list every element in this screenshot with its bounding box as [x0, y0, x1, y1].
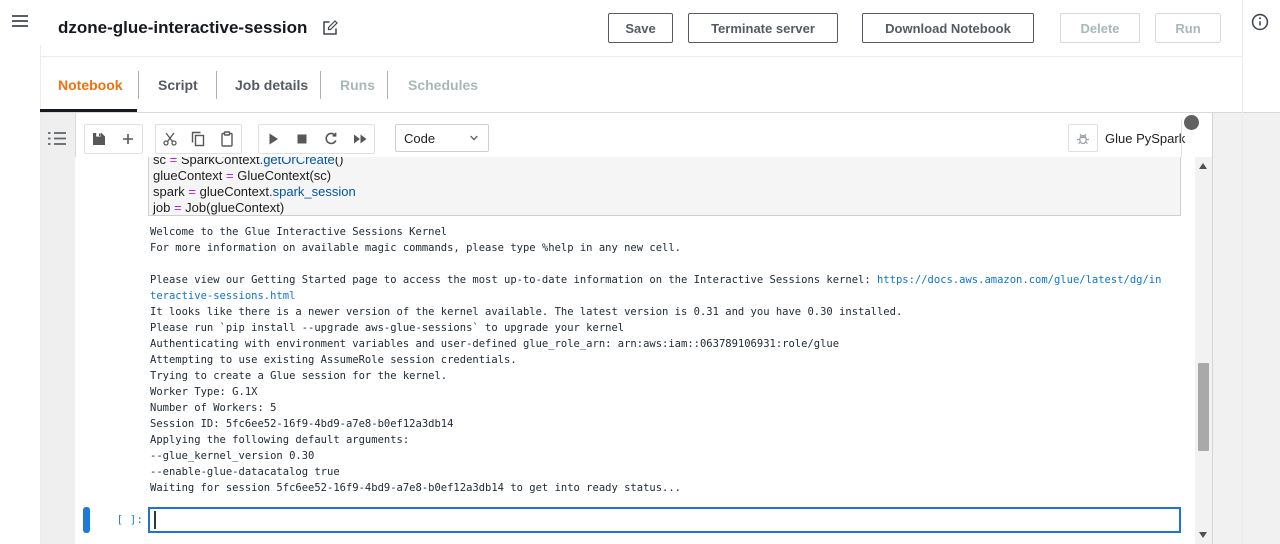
cell-output: Welcome to the Glue Interactive Sessions… — [150, 224, 1161, 496]
tab-job-details[interactable]: Job details — [235, 57, 308, 112]
code-line: glueContext = GlueContext(sc) — [153, 168, 332, 183]
scrollbar-up-arrow[interactable] — [1199, 163, 1207, 169]
tab-separator — [320, 71, 321, 99]
page-title: dzone-glue-interactive-session — [58, 18, 308, 37]
save-icon[interactable] — [91, 131, 107, 147]
run-cell-icon[interactable] — [265, 131, 281, 147]
output-line: --enable-glue-datacatalog true — [150, 466, 340, 478]
output-line: Please run `pip install --upgrade aws-gl… — [150, 322, 625, 334]
output-link[interactable]: https://docs.aws.amazon.com/glue/latest/… — [877, 274, 1161, 286]
scrollbar-down-arrow[interactable] — [1199, 532, 1207, 538]
kernel-selector[interactable]: Glue PySpark — [1105, 124, 1185, 152]
download-notebook-button[interactable]: Download Notebook — [862, 13, 1034, 43]
empty-cell-input[interactable] — [148, 507, 1181, 533]
add-cell-icon[interactable] — [120, 131, 136, 147]
toolbar-group-run — [258, 124, 375, 154]
tab-notebook[interactable]: Notebook — [58, 57, 123, 112]
cell-type-value: Code — [404, 130, 436, 146]
debugger-icon — [1075, 130, 1091, 146]
save-button[interactable]: Save — [608, 13, 673, 43]
restart-kernel-icon[interactable] — [323, 131, 339, 147]
info-icon[interactable] — [1251, 13, 1269, 31]
run-all-icon[interactable] — [352, 131, 368, 147]
kernel-status-icon — [1184, 115, 1199, 130]
output-line: Number of Workers: 5 — [150, 402, 277, 414]
code-line: job = Job(glueContext) — [153, 200, 285, 215]
code-line: sc = SparkContext.getOrCreate() — [153, 157, 344, 167]
tab-separator — [387, 71, 388, 99]
delete-button[interactable]: Delete — [1060, 13, 1140, 43]
toolbar-group-file — [84, 124, 143, 154]
cut-icon[interactable] — [162, 131, 178, 147]
hamburger-menu-icon[interactable] — [10, 11, 30, 31]
notebook-left-gutter — [41, 113, 76, 544]
vertical-scrollbar[interactable] — [1195, 157, 1212, 544]
tab-schedules[interactable]: Schedules — [408, 57, 478, 112]
cell-collapser[interactable] — [83, 507, 90, 533]
output-link[interactable]: teractive-sessions.html — [150, 290, 295, 302]
text-cursor — [154, 511, 156, 529]
kernel-separator — [1181, 119, 1182, 157]
tab-runs[interactable]: Runs — [340, 57, 375, 112]
run-button[interactable]: Run — [1155, 13, 1221, 43]
right-rail-background — [1213, 113, 1280, 544]
output-line: Session ID: 5fc6ee52-16f9-4bd9-a7e8-b0ef… — [150, 418, 454, 430]
tab-separator — [216, 71, 217, 99]
output-line: Attempting to use existing AssumeRole se… — [150, 354, 517, 366]
tab-script[interactable]: Script — [158, 57, 198, 112]
help-panel-divider — [1242, 0, 1243, 544]
header-divider — [40, 56, 1242, 57]
notebook-scroll-area: sc = SparkContext.getOrCreate() glueConte… — [75, 157, 1195, 544]
active-tab-underline — [40, 109, 137, 112]
toolbar-group-edit — [155, 124, 242, 154]
output-line: For more information on available magic … — [150, 242, 682, 254]
output-line: Worker Type: G.1X — [150, 386, 258, 398]
glue-studio-window: dzone-glue-interactive-session Save Termi… — [0, 0, 1280, 544]
output-line: --glue_kernel_version 0.30 — [150, 450, 315, 462]
scrollbar-thumb[interactable] — [1198, 363, 1209, 451]
edit-title-icon[interactable] — [322, 20, 338, 36]
output-line: Trying to create a Glue session for the … — [150, 370, 448, 382]
debugger-button[interactable] — [1068, 124, 1098, 152]
toc-icon[interactable] — [47, 130, 67, 147]
copy-icon[interactable] — [190, 131, 206, 147]
output-line: Welcome to the Glue Interactive Sessions… — [150, 226, 448, 238]
stop-icon[interactable] — [294, 131, 310, 147]
code-line: spark = glueContext.spark_session — [153, 184, 356, 199]
output-line: It looks like there is a newer version o… — [150, 306, 903, 318]
tab-separator — [138, 71, 139, 99]
output-line: Authenticating with environment variable… — [150, 338, 840, 350]
terminate-server-button[interactable]: Terminate server — [688, 13, 838, 43]
code-cell[interactable]: sc = SparkContext.getOrCreate() glueConte… — [148, 157, 1181, 216]
cell-prompt: [ ]: — [116, 513, 144, 526]
output-line: teractive-sessions.html — [150, 288, 1161, 304]
paste-icon[interactable] — [219, 131, 235, 147]
output-line: Please view our Getting Started page to … — [150, 274, 1162, 286]
output-line: Waiting for session 5fc6ee52-16f9-4bd9-a… — [150, 482, 682, 494]
chevron-down-icon — [468, 132, 480, 144]
tabs-bottom-border — [40, 112, 1280, 113]
output-line: Applying the following default arguments… — [150, 434, 410, 446]
cell-type-dropdown[interactable]: Code — [395, 124, 489, 152]
